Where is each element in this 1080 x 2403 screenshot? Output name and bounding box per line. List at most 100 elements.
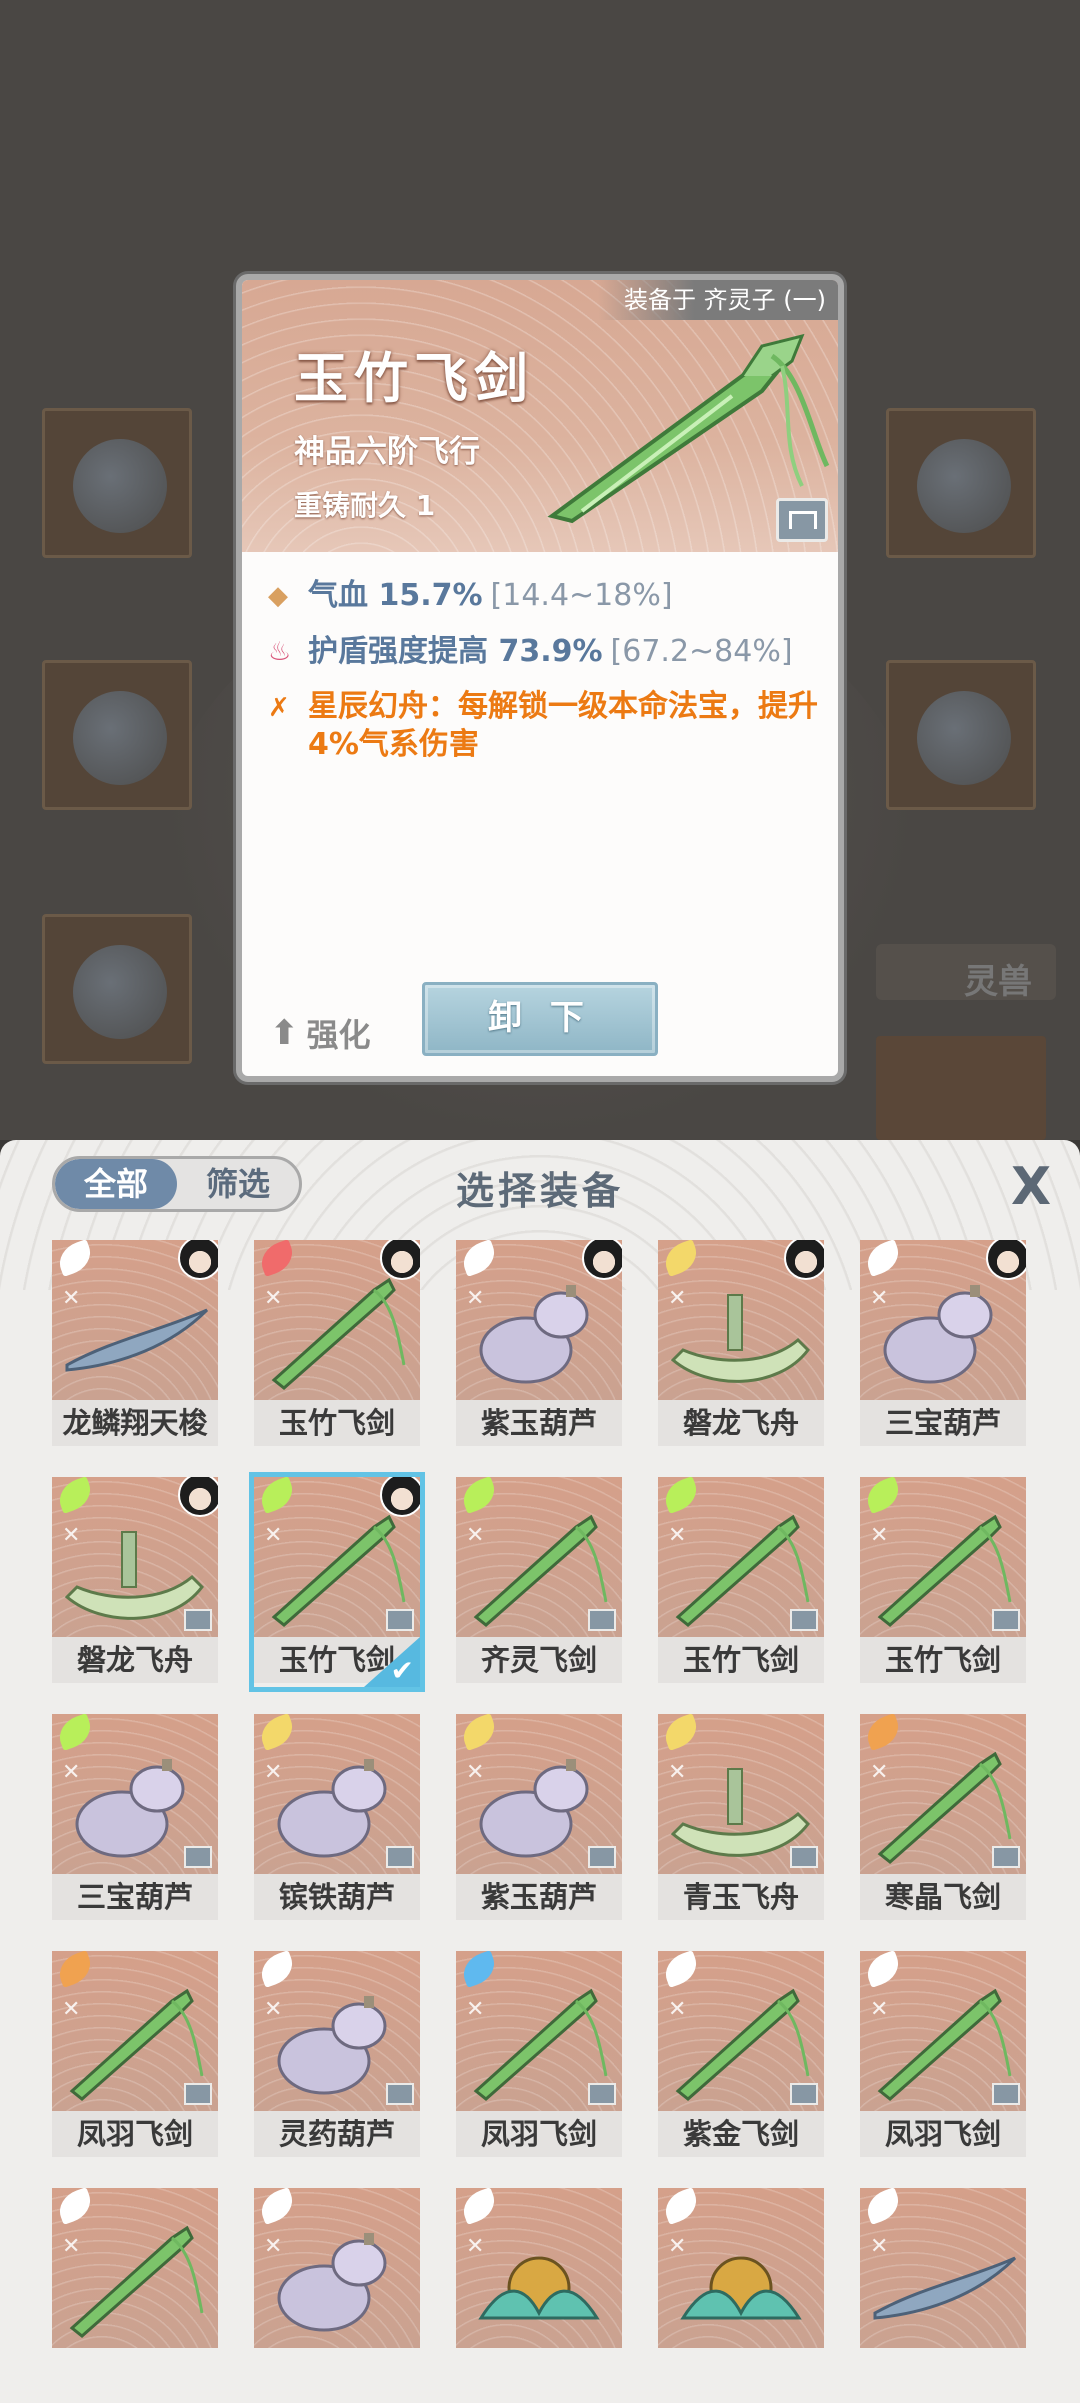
- item-thumbnail: ✕: [456, 1477, 622, 1637]
- item-name: 凤羽飞剑: [456, 2111, 622, 2157]
- shuttle-icon: [873, 2256, 1016, 2320]
- gourd-icon: [277, 2233, 387, 2332]
- enhance-button[interactable]: ⬆ 强化: [270, 1010, 371, 1056]
- owner-avatar: [784, 1240, 824, 1280]
- rune-icon: ✕: [264, 1523, 283, 1548]
- shuttle-icon: [65, 1308, 208, 1372]
- equip-slot-left-2[interactable]: [42, 660, 192, 810]
- item-name: 寒晶飞剑: [860, 1874, 1026, 1920]
- rune-icon: ✕: [264, 1760, 283, 1785]
- jade-sword-icon: [547, 333, 830, 524]
- item-thumbnail: ✕: [52, 1951, 218, 2111]
- item-name: 三宝葫芦: [52, 1874, 218, 1920]
- lock-icon: [992, 2083, 1020, 2105]
- equip-slot-right-1[interactable]: [886, 408, 1036, 558]
- equipment-item[interactable]: ✕ 三宝葫芦: [52, 1714, 218, 1924]
- rune-icon: ✕: [62, 1286, 81, 1311]
- item-name: 磐龙飞舟: [52, 1637, 218, 1683]
- stat-row: ♨ 护盾强度提高 73.9% [67.2~84%]: [268, 632, 838, 672]
- gourd-icon: [883, 1285, 993, 1384]
- rune-icon: ✕: [668, 1997, 687, 2022]
- equip-slot-right-2[interactable]: [886, 660, 1036, 810]
- stat-name: 气血 15.7%: [308, 578, 483, 613]
- equipment-item[interactable]: ✕ 凤羽飞剑: [860, 1951, 1026, 2161]
- item-thumbnail: ✕: [658, 1714, 824, 1874]
- equipment-item[interactable]: ✕: [860, 2188, 1026, 2398]
- item-thumbnail: ✕: [658, 1951, 824, 2111]
- equipment-item[interactable]: ✕: [254, 2188, 420, 2398]
- item-thumbnail: ✕: [456, 1240, 622, 1400]
- item-thumbnail: ✕: [658, 2188, 824, 2348]
- equipment-item[interactable]: ✕ 齐灵飞剑: [456, 1477, 622, 1687]
- item-thumbnail: ✕: [658, 1240, 824, 1400]
- stat-row: ◆ 气血 15.7% [14.4~18%]: [268, 576, 838, 616]
- item-title: 玉竹飞剑: [294, 346, 534, 410]
- enhance-label: 强化: [306, 1016, 371, 1054]
- equipment-item[interactable]: ✕ 寒晶飞剑: [860, 1714, 1026, 1924]
- owner-avatar: [582, 1240, 622, 1280]
- spirit-beast-label: 灵兽: [964, 962, 1032, 1002]
- equipment-item[interactable]: ✕ 玉竹飞剑: [860, 1477, 1026, 1687]
- item-thumbnail: ✕: [860, 1240, 1026, 1400]
- equipment-item[interactable]: ✕: [456, 2188, 622, 2398]
- item-thumbnail: ✕: [456, 2188, 622, 2348]
- stat-name: 护盾强度提高 73.9%: [308, 634, 603, 669]
- equipment-item[interactable]: ✕ 龙鳞翔天梭: [52, 1240, 218, 1450]
- spirit-beast-slot[interactable]: [876, 1036, 1046, 1140]
- equipment-item[interactable]: ✕: [52, 2188, 218, 2398]
- equipment-item[interactable]: ✕ 青玉飞舟: [658, 1714, 824, 1924]
- rune-icon: ✕: [870, 1760, 889, 1785]
- equipment-item[interactable]: ✕ 玉竹飞剑: [254, 1240, 420, 1450]
- lock-icon: [790, 1609, 818, 1631]
- rune-icon: ✕: [668, 1523, 687, 1548]
- equipment-item[interactable]: ✕ 玉竹飞剑: [658, 1477, 824, 1687]
- rune-icon: ✕: [62, 1760, 81, 1785]
- owner-avatar: [380, 1240, 420, 1280]
- equipment-item[interactable]: ✕ 磐龙飞舟: [658, 1240, 824, 1450]
- item-name: 紫金飞剑: [658, 2111, 824, 2157]
- rune-icon: ✕: [870, 1997, 889, 2022]
- rune-icon: ✕: [466, 1523, 485, 1548]
- equip-slot-left-3[interactable]: [42, 914, 192, 1064]
- equipment-detail-card: 装备于 齐灵子 (一) 玉竹飞剑 神品六阶飞行 重铸耐久 1 ◆ 气血 15.7…: [236, 274, 844, 1082]
- rune-icon: ✕: [668, 1286, 687, 1311]
- equipment-item[interactable]: ✕ 凤羽飞剑: [52, 1951, 218, 2161]
- equip-slot-left-1[interactable]: [42, 408, 192, 558]
- equipment-item[interactable]: ✕ 紫玉葫芦: [456, 1240, 622, 1450]
- item-thumbnail: ✕: [52, 1714, 218, 1874]
- item-thumbnail: ✕: [860, 1951, 1026, 2111]
- item-thumbnail: ✕: [456, 1714, 622, 1874]
- equipment-item[interactable]: ✕ 三宝葫芦: [860, 1240, 1026, 1450]
- equipment-item[interactable]: ✕ 磐龙飞舟: [52, 1477, 218, 1687]
- item-thumbnail: ✕: [254, 1240, 420, 1400]
- equipment-select-panel: 全部 筛选 选择装备 X ✕ 龙鳞翔天梭 ✕ 玉竹飞剑 ✕ 紫玉葫芦 ✕ 磐龙飞舟 ✕ 三宝葫芦 ✕…: [0, 1140, 1080, 2403]
- equipment-item[interactable]: ✕ 紫金飞剑: [658, 1951, 824, 2161]
- owner-avatar: [178, 1240, 218, 1280]
- stat-range: [14.4~18%]: [490, 578, 673, 613]
- item-thumbnail: ✕: [52, 1477, 218, 1637]
- equipment-item[interactable]: ✕ 灵药葫芦: [254, 1951, 420, 2161]
- diamond-icon: ◆: [268, 581, 288, 611]
- item-thumbnail: ✕: [456, 1951, 622, 2111]
- lock-icon: [588, 1846, 616, 1868]
- equipment-item[interactable]: ✕: [658, 2188, 824, 2398]
- rune-icon: ✕: [466, 1286, 485, 1311]
- item-thumbnail: ✕: [254, 1951, 420, 2111]
- item-name: 凤羽飞剑: [52, 2111, 218, 2157]
- equipment-item[interactable]: ✕ 凤羽飞剑: [456, 1951, 622, 2161]
- item-name: 齐灵飞剑: [456, 1637, 622, 1683]
- close-icon[interactable]: X: [1004, 1160, 1058, 1214]
- item-recast: 重铸耐久 1: [294, 489, 436, 522]
- lock-icon[interactable]: [776, 498, 828, 542]
- unequip-button[interactable]: 卸 下: [422, 982, 658, 1056]
- rune-icon: ✕: [870, 1523, 889, 1548]
- equipment-item[interactable]: ✕ 镔铁葫芦: [254, 1714, 420, 1924]
- spirit-beast-button[interactable]: 灵兽: [876, 944, 1056, 1002]
- item-thumbnail: ✕: [254, 1477, 420, 1637]
- item-name: 灵药葫芦: [254, 2111, 420, 2157]
- item-name: 玉竹飞剑: [860, 1637, 1026, 1683]
- lock-icon: [184, 2083, 212, 2105]
- equipment-item[interactable]: ✕ 紫玉葫芦: [456, 1714, 622, 1924]
- sword-icon: [271, 1277, 406, 1390]
- equipment-item[interactable]: ✕ 玉竹飞剑: [249, 1472, 425, 1692]
